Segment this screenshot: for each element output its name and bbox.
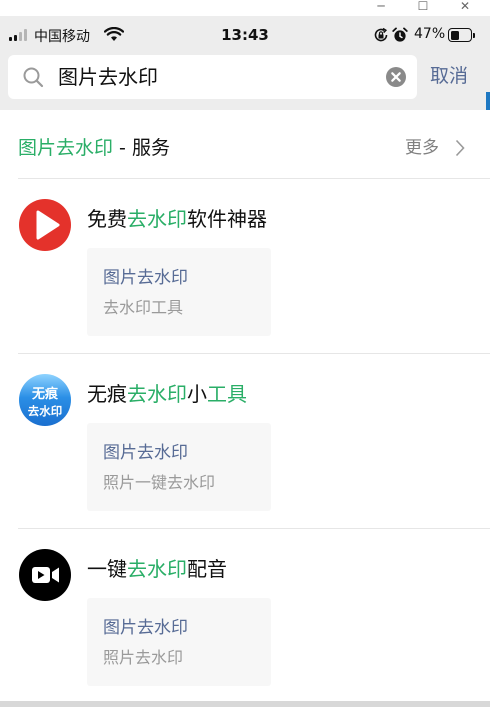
section-title-rest: - 服务 xyxy=(113,137,170,159)
video-camera-icon xyxy=(19,549,71,601)
search-input[interactable]: 图片去水印 xyxy=(8,55,417,99)
result-title[interactable]: 无痕去水印小工具 xyxy=(87,380,247,408)
card-title: 图片去水印 xyxy=(103,618,188,638)
card-title: 图片去水印 xyxy=(103,443,188,463)
logo-text-bottom: 去水印 xyxy=(28,404,63,418)
service-card[interactable]: 图片去水印 照片去水印 xyxy=(87,598,271,686)
result-item[interactable]: 一键去水印配音 图片去水印 照片去水印 xyxy=(0,549,490,707)
battery-percent: 47% xyxy=(414,26,446,42)
cancel-button[interactable]: 取消 xyxy=(430,62,468,90)
clear-icon[interactable] xyxy=(386,67,406,87)
result-title[interactable]: 一键去水印配音 xyxy=(87,555,227,583)
rotation-lock-icon xyxy=(374,27,388,42)
result-item[interactable]: 免费去水印软件神器 图片去水印 去水印工具 xyxy=(0,199,490,369)
card-subtitle: 照片去水印 xyxy=(103,648,184,667)
divider xyxy=(18,178,490,179)
wuhen-logo: 无痕 去水印 xyxy=(19,374,71,426)
divider xyxy=(18,353,490,354)
result-item[interactable]: 无痕 去水印 无痕去水印小工具 图片去水印 照片一键去水印 xyxy=(0,374,490,544)
card-title: 图片去水印 xyxy=(103,268,188,288)
bottom-edge xyxy=(0,701,490,707)
search-query[interactable]: 图片去水印 xyxy=(58,63,158,91)
more-link[interactable]: 更多 xyxy=(405,135,439,161)
card-subtitle: 照片一键去水印 xyxy=(103,473,216,492)
service-card[interactable]: 图片去水印 去水印工具 xyxy=(87,248,271,336)
search-icon xyxy=(23,67,44,88)
close-window-button[interactable]: ✕ xyxy=(450,0,480,14)
chevron-right-icon[interactable] xyxy=(455,139,465,157)
alarm-icon xyxy=(392,27,408,42)
divider xyxy=(18,528,490,529)
section-title-highlight: 图片去水印 xyxy=(18,137,114,159)
scrollbar-thumb[interactable] xyxy=(486,92,490,110)
service-card[interactable]: 图片去水印 照片一键去水印 xyxy=(87,423,271,511)
window-titlebar: ─ ☐ ✕ xyxy=(0,0,490,16)
battery-icon xyxy=(448,28,475,42)
minimize-button[interactable]: ─ xyxy=(366,0,396,14)
logo-text-top: 无痕 xyxy=(31,386,59,402)
status-bar: 中国移动 13:43 47% xyxy=(0,16,490,54)
red-play-icon xyxy=(19,199,71,251)
maximize-button[interactable]: ☐ xyxy=(408,0,438,14)
card-subtitle: 去水印工具 xyxy=(103,298,184,317)
section-title: 图片去水印 - 服务 xyxy=(18,134,170,162)
result-title[interactable]: 免费去水印软件神器 xyxy=(87,205,267,233)
